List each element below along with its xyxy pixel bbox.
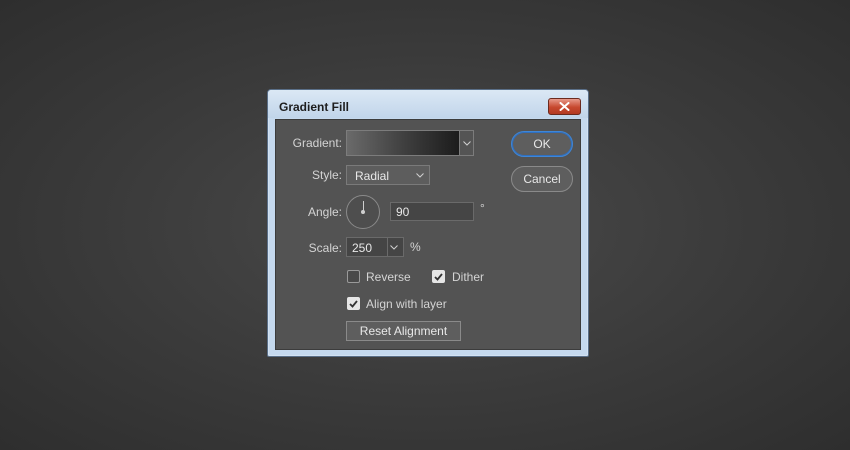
reset-alignment-button[interactable]: Reset Alignment — [346, 321, 461, 341]
gradient-label: Gradient: — [292, 136, 342, 150]
align-with-layer-checkbox[interactable] — [347, 297, 360, 310]
style-select[interactable]: Radial — [346, 165, 430, 185]
gradient-fill-dialog: Gradient Fill Gradient: Style: Radial An… — [267, 89, 589, 357]
angle-dial-center — [361, 210, 365, 214]
align-with-layer-label: Align with layer — [366, 297, 447, 311]
chevron-down-icon — [390, 245, 398, 250]
checkmark-icon — [434, 272, 443, 281]
dither-label: Dither — [452, 270, 485, 284]
scale-combo-divider — [387, 238, 388, 256]
dialog-body: Gradient: Style: Radial Angle: ° Scale: … — [275, 119, 581, 350]
reverse-label: Reverse — [366, 270, 411, 284]
gradient-preview[interactable] — [346, 130, 460, 156]
scale-combo[interactable]: 250 — [346, 237, 404, 257]
angle-dial[interactable] — [346, 195, 380, 229]
close-icon — [559, 102, 570, 111]
angle-unit: ° — [480, 201, 485, 215]
ok-label: OK — [533, 137, 551, 151]
cancel-button[interactable]: Cancel — [511, 166, 573, 192]
scale-unit: % — [410, 240, 421, 254]
angle-label: Angle: — [307, 205, 342, 219]
angle-input[interactable] — [390, 202, 474, 221]
checkmark-icon — [349, 299, 358, 308]
chevron-down-icon — [416, 173, 424, 178]
gradient-dropdown-button[interactable] — [459, 130, 474, 156]
scale-label: Scale: — [308, 241, 342, 255]
reverse-checkbox[interactable] — [347, 270, 360, 283]
scale-value: 250 — [352, 241, 373, 255]
close-button[interactable] — [548, 98, 581, 115]
style-label: Style: — [311, 168, 342, 182]
reset-alignment-label: Reset Alignment — [359, 324, 448, 338]
dialog-title: Gradient Fill — [279, 100, 350, 114]
title-bar[interactable]: Gradient Fill — [268, 90, 588, 118]
style-value: Radial — [355, 169, 390, 183]
chevron-down-icon — [462, 140, 471, 146]
dither-checkbox[interactable] — [432, 270, 445, 283]
cancel-label: Cancel — [523, 172, 561, 186]
ok-button[interactable]: OK — [511, 131, 573, 157]
